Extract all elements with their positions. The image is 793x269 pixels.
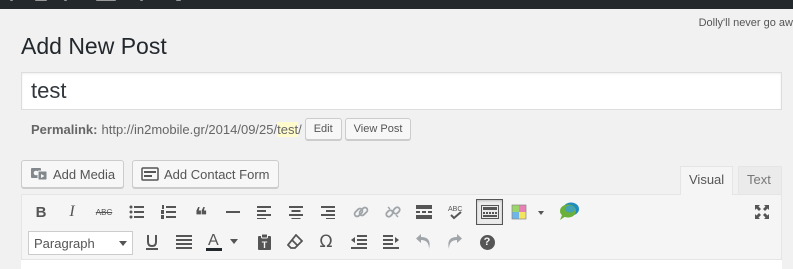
strikethrough-button[interactable]: ABC — [92, 200, 116, 224]
editor-content-area[interactable] — [21, 259, 782, 269]
clear-formatting-icon[interactable] — [283, 230, 307, 254]
text-color-icon: A — [206, 232, 222, 252]
blockquote-button[interactable]: ❝ — [189, 200, 213, 229]
permalink-slug[interactable]: test — [277, 121, 299, 137]
bold-button[interactable]: B — [29, 200, 53, 224]
special-character-button[interactable]: Ω — [314, 230, 338, 254]
permalink-label: Permalink: — [31, 121, 98, 137]
svg-text:T: T — [261, 240, 267, 250]
chevron-down-icon — [119, 240, 127, 246]
toolbar-toggle-icon[interactable] — [476, 199, 503, 225]
undo-icon[interactable] — [411, 230, 435, 254]
format-select-value: Paragraph — [34, 235, 95, 251]
add-contact-form-button[interactable]: Add Contact Form — [132, 160, 279, 188]
post-title-input[interactable] — [21, 72, 782, 110]
text-color-button[interactable]: A — [204, 230, 242, 254]
align-left-icon[interactable] — [252, 200, 276, 224]
horizontal-line-icon[interactable] — [221, 200, 245, 224]
remove-link-icon[interactable] — [381, 200, 405, 224]
format-select[interactable]: Paragraph — [28, 231, 133, 255]
view-post-button[interactable]: View Post — [344, 118, 412, 140]
permalink-trailing-slash: / — [298, 121, 302, 137]
permalink-row: Permalink: http://in2mobile.gr/2014/09/2… — [31, 117, 412, 141]
underline-icon[interactable] — [140, 230, 164, 254]
speech-bubble-icon[interactable] — [557, 199, 581, 223]
paste-as-text-icon[interactable]: T — [252, 230, 276, 254]
permalink-base-url: http://in2mobile.gr/2014/09/25/ — [101, 121, 278, 137]
tab-visual[interactable]: Visual — [680, 166, 733, 195]
page-title: Add New Post — [21, 33, 167, 59]
align-center-icon[interactable] — [284, 200, 308, 224]
admin-bar-items — [0, 0, 260, 5]
italic-button[interactable]: I — [60, 200, 84, 224]
text-color-swatch — [206, 248, 222, 251]
edit-permalink-button[interactable]: Edit — [304, 118, 342, 140]
insert-link-icon[interactable] — [349, 200, 373, 224]
add-contact-form-label: Add Contact Form — [164, 166, 270, 182]
contact-form-icon — [141, 166, 159, 182]
tab-text[interactable]: Text — [738, 166, 782, 194]
chevron-down-icon — [230, 239, 238, 244]
justify-icon[interactable] — [172, 230, 196, 254]
color-picker-button[interactable] — [509, 200, 547, 224]
numbered-list-icon[interactable] — [157, 200, 181, 224]
help-button[interactable]: ? — [475, 230, 499, 254]
bulleted-list-icon[interactable] — [125, 200, 149, 224]
align-right-icon[interactable] — [316, 200, 340, 224]
hello-dolly-notice: Dolly'll never go aw — [698, 17, 793, 29]
add-media-button[interactable]: Add Media — [21, 160, 125, 188]
outdent-icon[interactable] — [347, 230, 371, 254]
read-more-icon[interactable] — [412, 200, 436, 224]
help-icon: ? — [479, 234, 495, 250]
indent-icon[interactable] — [379, 230, 403, 254]
spellcheck-icon[interactable]: ABC — [444, 200, 468, 224]
fullscreen-icon[interactable] — [750, 200, 774, 224]
media-icon — [30, 166, 48, 182]
redo-icon[interactable] — [443, 230, 467, 254]
admin-bar — [0, 0, 793, 9]
add-media-label: Add Media — [53, 166, 116, 182]
